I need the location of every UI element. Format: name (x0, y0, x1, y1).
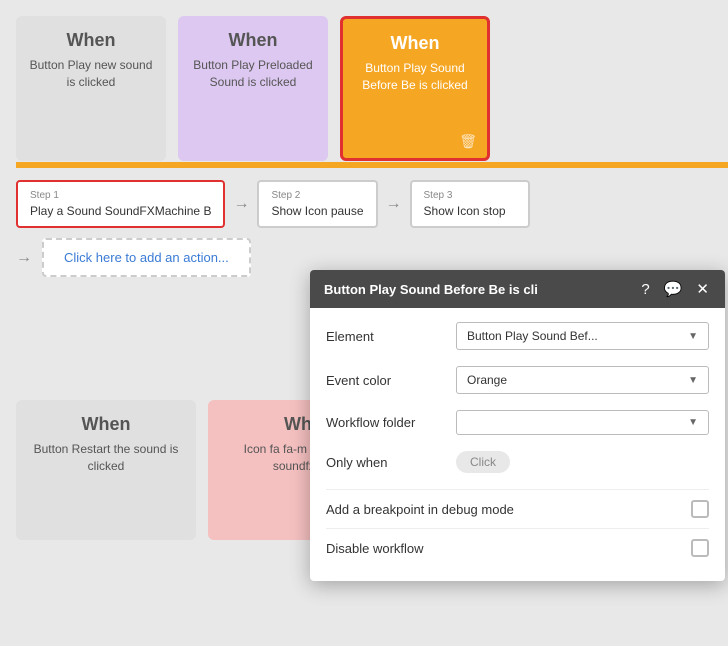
when-card-bottom-gray[interactable]: When Button Restart the sound is clicked (16, 400, 196, 540)
step-2-box[interactable]: Step 2 Show Icon pause (257, 180, 377, 228)
breakpoint-label: Add a breakpoint in debug mode (326, 502, 514, 517)
steps-row: Step 1 Play a Sound SoundFXMachine B → S… (16, 180, 530, 228)
breakpoint-checkbox[interactable] (691, 500, 709, 518)
when-card-lavender-title: When (229, 30, 278, 51)
connector-bar (16, 162, 728, 168)
step-1-content: Play a Sound SoundFXMachine B (30, 204, 211, 218)
event-color-dropdown[interactable]: Orange ▼ (456, 366, 709, 394)
when-card-gray-title: When (67, 30, 116, 51)
comment-icon-button[interactable]: 💬 (662, 280, 685, 298)
element-chevron-icon: ▼ (688, 331, 698, 342)
step-2-label: Step 2 (271, 190, 363, 201)
event-color-label: Event color (326, 373, 456, 388)
when-card-gray-subtitle: Button Play new sound is clicked (26, 57, 156, 91)
event-color-value: Orange (467, 373, 507, 387)
element-dropdown[interactable]: Button Play Sound Bef... ▼ (456, 322, 709, 350)
only-when-label: Only when (326, 455, 456, 470)
workflow-folder-dropdown[interactable]: ▼ (456, 410, 709, 435)
when-card-bottom-pink-title: Wh (284, 414, 312, 435)
modal-header: Button Play Sound Before Be is cli ? 💬 ✕ (310, 270, 725, 308)
element-control: Button Play Sound Bef... ▼ (456, 322, 709, 350)
when-card-lavender[interactable]: When Button Play Preloaded Sound is clic… (178, 16, 328, 161)
when-card-orange-title: When (391, 33, 440, 54)
add-action-button[interactable]: Click here to add an action... (42, 238, 251, 277)
element-label: Element (326, 329, 456, 344)
when-card-gray[interactable]: When Button Play new sound is clicked (16, 16, 166, 161)
when-card-orange-subtitle: Button Play Sound Before Be is clicked (353, 60, 477, 94)
modal-body: Element Button Play Sound Bef... ▼ Event… (310, 308, 725, 581)
when-card-bottom-gray-title: When (82, 414, 131, 435)
breakpoint-row: Add a breakpoint in debug mode (326, 489, 709, 528)
when-card-lavender-subtitle: Button Play Preloaded Sound is clicked (188, 57, 318, 91)
step-3-box[interactable]: Step 3 Show Icon stop (410, 180, 530, 228)
workflow-folder-row: Workflow folder ▼ (326, 410, 709, 435)
modal-header-icons: ? 💬 ✕ (639, 280, 711, 298)
modal-title: Button Play Sound Before Be is cli (324, 282, 639, 297)
workflow-folder-label: Workflow folder (326, 415, 456, 430)
step-1-box[interactable]: Step 1 Play a Sound SoundFXMachine B (16, 180, 225, 228)
when-card-bottom-gray-subtitle: Button Restart the sound is clicked (26, 441, 186, 475)
only-when-row: Only when Click (326, 451, 709, 473)
trash-icon[interactable]: 🗑 (459, 133, 477, 150)
canvas-area: When Button Play new sound is clicked Wh… (0, 0, 728, 646)
arrow-2-icon: → (386, 195, 402, 213)
step-3-content: Show Icon stop (424, 204, 516, 218)
event-color-chevron-icon: ▼ (688, 375, 698, 386)
modal-panel: Button Play Sound Before Be is cli ? 💬 ✕… (310, 270, 725, 581)
event-color-control: Orange ▼ (456, 366, 709, 394)
arrow-1-icon: → (233, 195, 249, 213)
add-action-row: → Click here to add an action... (16, 238, 251, 277)
disable-row: Disable workflow (326, 528, 709, 567)
element-value: Button Play Sound Bef... (467, 329, 598, 343)
add-action-arrow-icon: → (16, 249, 32, 267)
when-cards-row: When Button Play new sound is clicked Wh… (0, 0, 506, 161)
workflow-folder-chevron-icon: ▼ (688, 417, 698, 428)
element-row: Element Button Play Sound Bef... ▼ (326, 322, 709, 350)
disable-label: Disable workflow (326, 541, 424, 556)
step-1-label: Step 1 (30, 190, 211, 201)
step-3-label: Step 3 (424, 190, 516, 201)
help-icon-button[interactable]: ? (639, 281, 651, 298)
event-color-row: Event color Orange ▼ (326, 366, 709, 394)
close-icon-button[interactable]: ✕ (694, 280, 711, 298)
when-card-orange[interactable]: When Button Play Sound Before Be is clic… (340, 16, 490, 161)
step-2-content: Show Icon pause (271, 204, 363, 218)
workflow-folder-control: ▼ (456, 410, 709, 435)
only-when-badge[interactable]: Click (456, 451, 510, 473)
disable-checkbox[interactable] (691, 539, 709, 557)
